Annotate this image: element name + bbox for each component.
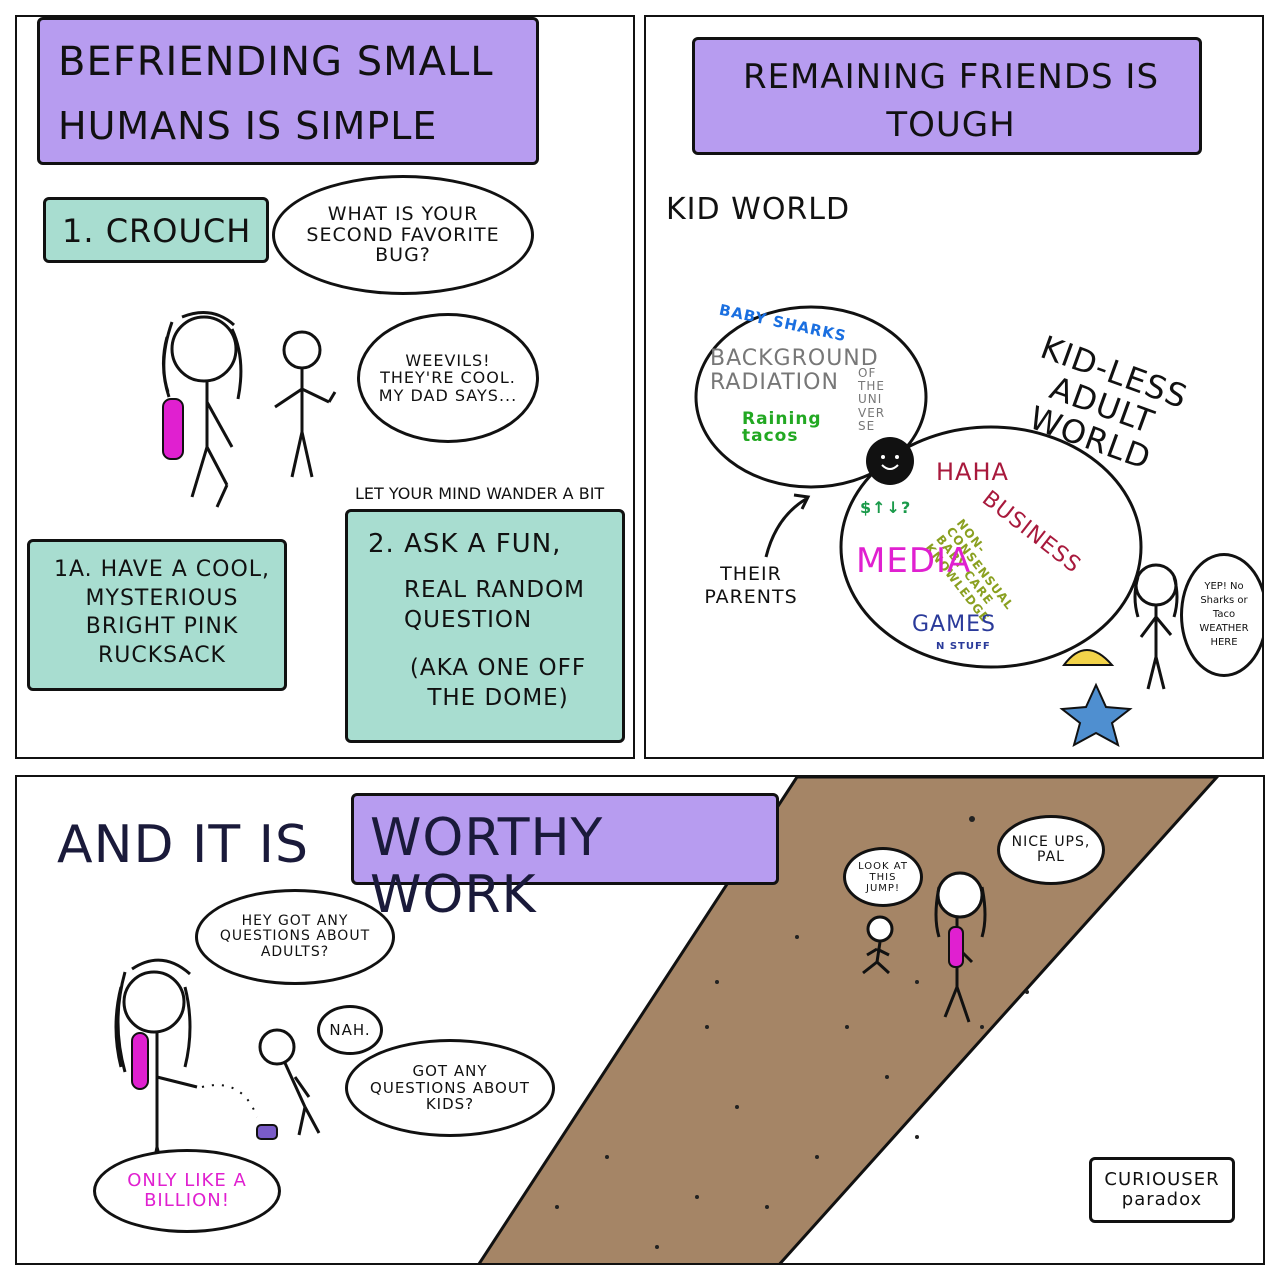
signature-stamp: CURIOUSER paradox (1089, 1157, 1235, 1223)
panel3-title-plain: AND IT IS (57, 815, 310, 875)
venn-games: GAMES (912, 612, 996, 637)
step1a-box: 1a. HAVE A COOL, MYSTERIOUS BRIGHT PINK … (27, 539, 287, 691)
venn-n-stuff: N STUFF (936, 641, 991, 652)
nah-bubble: NAH. (317, 1005, 383, 1055)
wander-caption: LET YOUR MIND WANDER A BIT (355, 484, 605, 503)
venn-of-the-universe: OF THE UNIVERSE (858, 366, 886, 433)
signature-line2: paradox (1121, 1189, 1203, 1210)
panel3-title-highlight: WORTHY WORK (370, 808, 604, 926)
venn-raining-tacos: Raining tacos (742, 409, 822, 446)
venn-haha: HAHA (936, 458, 1009, 486)
panel-befriending: BEFRIENDING SMALL HUMANS is SIMPLE 1. CR… (15, 15, 635, 759)
signature-line1: CURIOUSER (1104, 1169, 1220, 1191)
step2-box: 2. ASK A FUN, REAL RANDOM QUESTION (AKA … (345, 509, 625, 743)
look-jump-bubble: LOOK AT THIS JUMP! (843, 847, 923, 907)
yep-speech-bubble: YEP! No Sharks or Taco WEATHER HERE (1180, 553, 1262, 677)
billion-bubble: ONLY LIKE A BILLION! (93, 1149, 281, 1233)
step2-line3: (AKA ONE OFF THE DOME) (409, 655, 587, 711)
panel-remaining-friends: REMAINING FRIENDS IS TOUGH KID WORLD KID… (644, 15, 1264, 759)
nice-ups-bubble: NICE UPS, PAL (997, 815, 1105, 885)
venn-money: $↑↓? (860, 498, 912, 517)
adult-questions-bubble: HEY GOT ANY QUESTIONS ABOUT ADULTS? (195, 889, 395, 985)
step2-line2: REAL RANDOM QUESTION (404, 577, 586, 633)
panel3-title-box: WORTHY WORK (351, 793, 779, 924)
kid-questions-bubble: GOT ANY QUESTIONS ABOUT KIDS? (345, 1039, 555, 1137)
their-parents-label: THEIR PARENTS (704, 563, 798, 608)
venn-media: MEDIA (856, 541, 972, 581)
panel-worthy-work: AND IT IS WORTHY WORK HEY GOT ANY QUESTI… (15, 775, 1265, 1265)
venn-background-radiation: BACKGROUND RADIATION (710, 346, 879, 396)
step2-line1: 2. ASK A FUN, (368, 529, 562, 559)
step1a-label: 1a. HAVE A COOL, MYSTERIOUS BRIGHT PINK … (53, 557, 271, 668)
